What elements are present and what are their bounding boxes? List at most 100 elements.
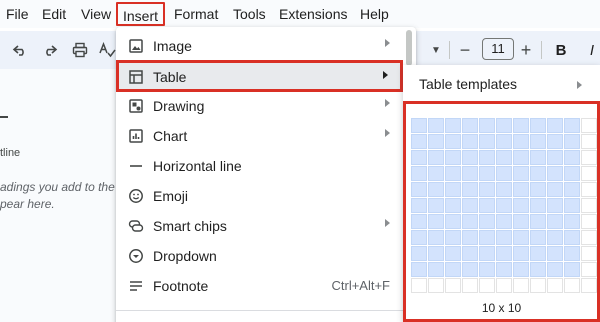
table-grid-cell[interactable] (479, 198, 495, 213)
table-grid-cell[interactable] (530, 262, 546, 277)
table-grid-cell[interactable] (411, 262, 427, 277)
table-grid-cell[interactable] (564, 214, 580, 229)
menu-item-dropdown[interactable]: Dropdown (116, 241, 416, 271)
table-grid-cell[interactable] (411, 150, 427, 165)
table-grid-cell[interactable] (513, 198, 529, 213)
table-grid-cell[interactable] (547, 134, 563, 149)
print-icon[interactable] (70, 40, 90, 60)
table-grid-cell[interactable] (428, 182, 444, 197)
table-grid-cell[interactable] (496, 150, 512, 165)
table-grid-cell[interactable] (411, 230, 427, 245)
table-grid-cell[interactable] (479, 182, 495, 197)
menu-view[interactable]: View (81, 5, 111, 23)
menu-file[interactable]: File (6, 5, 29, 23)
table-grid-cell[interactable] (530, 230, 546, 245)
menu-item-chart[interactable]: Chart (116, 121, 416, 151)
table-grid-cell[interactable] (411, 278, 427, 293)
table-grid-cell[interactable] (428, 214, 444, 229)
italic-button[interactable]: I (582, 40, 600, 60)
table-grid-cell[interactable] (513, 214, 529, 229)
table-grid-cell[interactable] (530, 182, 546, 197)
table-grid-cell[interactable] (496, 230, 512, 245)
table-grid-cell[interactable] (581, 230, 597, 245)
table-grid-cell[interactable] (564, 246, 580, 261)
table-grid-cell[interactable] (411, 198, 427, 213)
table-grid-cell[interactable] (564, 150, 580, 165)
menu-item-emoji[interactable]: Emoji (116, 181, 416, 211)
table-grid-cell[interactable] (479, 134, 495, 149)
table-grid-cell[interactable] (428, 230, 444, 245)
table-grid-cell[interactable] (513, 230, 529, 245)
increase-font-size-button[interactable]: + (516, 40, 536, 60)
table-grid-cell[interactable] (428, 198, 444, 213)
table-grid-cell[interactable] (496, 118, 512, 133)
table-grid-cell[interactable] (513, 166, 529, 181)
table-grid-cell[interactable] (513, 278, 529, 293)
font-dropdown-caret-icon[interactable]: ▼ (426, 40, 446, 60)
table-grid-cell[interactable] (547, 262, 563, 277)
menu-format[interactable]: Format (174, 5, 218, 23)
table-grid-cell[interactable] (564, 198, 580, 213)
menu-item-table-templates[interactable]: Table templates (403, 70, 600, 100)
decrease-font-size-button[interactable]: − (455, 40, 475, 60)
table-grid-cell[interactable] (411, 214, 427, 229)
menu-item-footnote[interactable]: Footnote Ctrl+Alt+F (116, 271, 416, 301)
table-grid-cell[interactable] (564, 166, 580, 181)
menu-item-horizontal-line[interactable]: Horizontal line (116, 151, 416, 181)
table-grid-cell[interactable] (581, 166, 597, 181)
table-grid-cell[interactable] (462, 118, 478, 133)
table-grid-cell[interactable] (462, 134, 478, 149)
table-grid-cell[interactable] (462, 166, 478, 181)
table-grid-cell[interactable] (479, 278, 495, 293)
table-grid-cell[interactable] (479, 262, 495, 277)
table-grid-cell[interactable] (530, 134, 546, 149)
table-grid-cell[interactable] (530, 166, 546, 181)
table-grid-cell[interactable] (428, 166, 444, 181)
table-grid-cell[interactable] (445, 262, 461, 277)
menu-edit[interactable]: Edit (42, 5, 66, 23)
table-grid-cell[interactable] (564, 134, 580, 149)
table-grid-cell[interactable] (530, 278, 546, 293)
table-grid-cell[interactable] (547, 150, 563, 165)
table-grid-cell[interactable] (581, 134, 597, 149)
table-grid-cell[interactable] (581, 246, 597, 261)
table-grid-cell[interactable] (462, 262, 478, 277)
table-grid-cell[interactable] (513, 118, 529, 133)
table-grid-cell[interactable] (513, 134, 529, 149)
table-grid-cell[interactable] (428, 134, 444, 149)
table-grid[interactable] (411, 118, 597, 293)
menu-help[interactable]: Help (360, 5, 389, 23)
table-grid-cell[interactable] (428, 150, 444, 165)
table-grid-cell[interactable] (581, 118, 597, 133)
table-grid-cell[interactable] (479, 166, 495, 181)
table-grid-cell[interactable] (581, 182, 597, 197)
table-grid-cell[interactable] (564, 278, 580, 293)
table-grid-cell[interactable] (496, 182, 512, 197)
table-grid-cell[interactable] (547, 230, 563, 245)
menu-item-drawing[interactable]: Drawing (116, 91, 416, 121)
menu-scrollbar[interactable] (406, 30, 412, 66)
table-grid-cell[interactable] (428, 278, 444, 293)
table-grid-cell[interactable] (547, 214, 563, 229)
table-grid-cell[interactable] (496, 214, 512, 229)
table-grid-cell[interactable] (479, 230, 495, 245)
table-grid-cell[interactable] (513, 262, 529, 277)
menu-insert[interactable]: Insert (116, 2, 166, 26)
table-grid-cell[interactable] (462, 182, 478, 197)
table-grid-cell[interactable] (530, 150, 546, 165)
menu-item-image[interactable]: Image (116, 31, 416, 61)
table-grid-cell[interactable] (496, 198, 512, 213)
table-grid-cell[interactable] (547, 246, 563, 261)
table-grid-cell[interactable] (445, 214, 461, 229)
table-grid-cell[interactable] (411, 182, 427, 197)
table-grid-cell[interactable] (479, 150, 495, 165)
outline-collapse-dash[interactable] (0, 116, 8, 118)
table-grid-cell[interactable] (530, 198, 546, 213)
table-grid-cell[interactable] (513, 246, 529, 261)
table-grid-cell[interactable] (564, 230, 580, 245)
table-grid-cell[interactable] (445, 278, 461, 293)
table-grid-cell[interactable] (445, 166, 461, 181)
undo-icon[interactable] (10, 40, 30, 60)
table-grid-cell[interactable] (496, 262, 512, 277)
table-grid-cell[interactable] (547, 198, 563, 213)
